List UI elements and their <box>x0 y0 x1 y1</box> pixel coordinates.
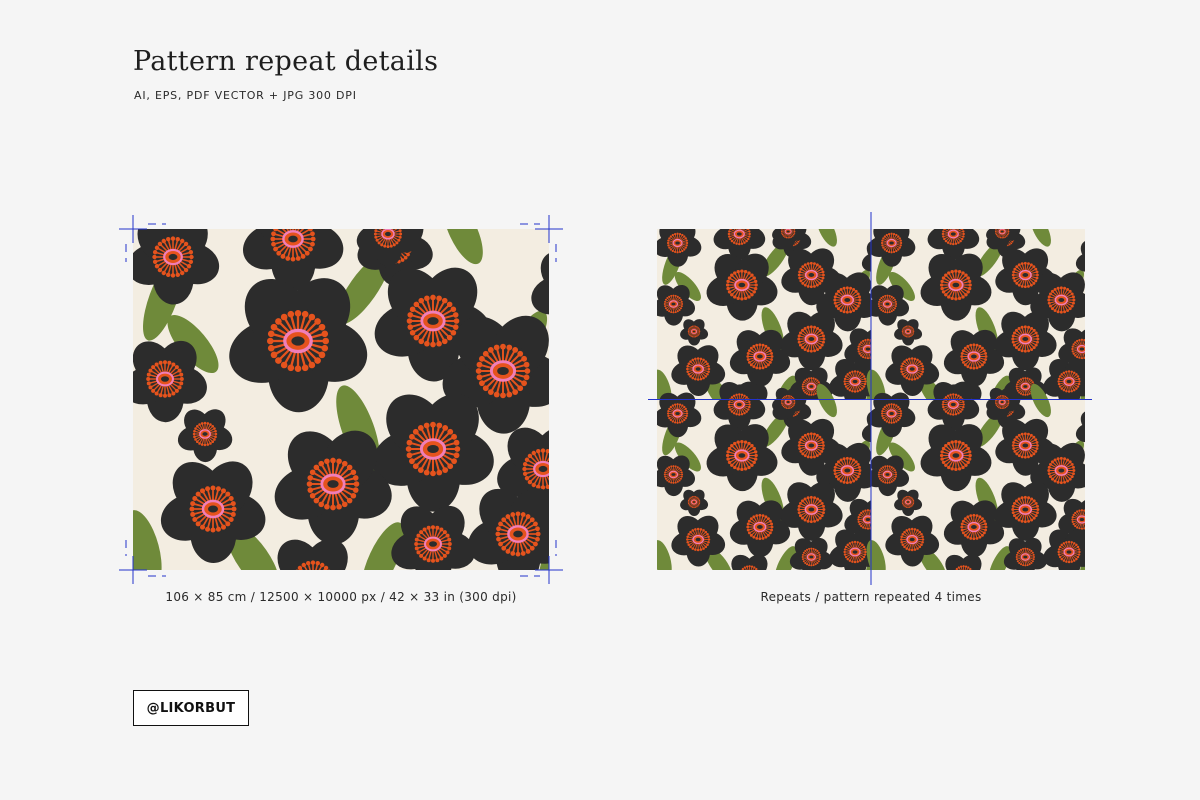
repeat-pattern-caption: Repeats / pattern repeated 4 times <box>760 590 982 604</box>
page-title: Pattern repeat details <box>133 46 439 77</box>
brand-logo: @LIKORBUT <box>133 690 249 726</box>
single-pattern-tile <box>133 229 549 570</box>
single-pattern-caption: 106 × 85 cm / 12500 × 10000 px / 42 × 33… <box>165 590 517 604</box>
repeated-pattern-svg <box>657 229 1085 570</box>
repeated-pattern-preview <box>657 229 1085 570</box>
formats-subtitle: AI, EPS, PDF VECTOR + JPG 300 DPI <box>134 89 357 102</box>
single-pattern-svg <box>133 229 549 570</box>
